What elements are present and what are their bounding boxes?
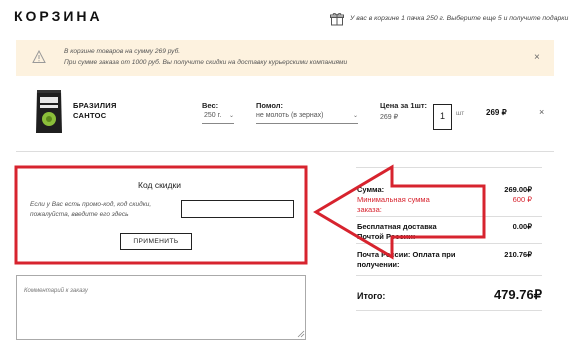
sum-value: 269.00₽ [504,185,532,194]
min-order-value: 600 ₽ [512,195,532,204]
cart-notice-banner: В корзине товаров на сумму 269 руб. При … [16,40,554,76]
gift-icon [330,12,344,26]
divider [356,167,542,168]
divider [16,151,554,152]
resize-grip-icon[interactable] [296,329,305,338]
divider [356,310,542,311]
weight-select[interactable]: 250 г. ⌄ [202,112,234,124]
warning-icon [32,50,46,63]
free-delivery-value: 0.00₽ [512,222,532,231]
order-comment-placeholder: Комментарий к заказу [24,288,88,294]
chevron-down-icon: ⌄ [352,113,358,119]
cod-value: 210.76₽ [504,250,532,259]
sum-label: Сумма: [357,185,385,194]
divider [356,275,542,276]
notice-line-1: В корзине товаров на сумму 269 руб. [64,48,181,55]
divider [356,243,542,244]
grind-select[interactable]: не молоть (в зернах) ⌄ [256,112,358,124]
close-icon[interactable]: × [534,53,540,63]
order-comment-textarea[interactable] [16,275,306,340]
notice-line-2: При сумме заказа от 1000 руб. Вы получит… [64,59,348,66]
unit-price-value: 269 ₽ [380,114,399,121]
free-delivery-label: Бесплатная доставка Почтой России: [357,222,437,242]
promo-hint-line-2: пожалуйста, введите его здесь [30,211,129,218]
line-total: 269 ₽ [486,108,507,117]
weight-label: Вес: [202,101,219,110]
unit-price-label: Цена за 1шт: [380,101,428,110]
total-value: 479.76₽ [493,287,542,302]
chevron-down-icon: ⌄ [228,113,234,119]
product-name-line-1: БРАЗИЛИЯ [73,101,117,110]
grind-select-value: не молоть (в зернах) [256,112,324,119]
grind-label: Помол: [256,101,283,110]
min-order-label-line-2: заказа: [357,205,382,214]
quantity-unit: шт [456,110,465,117]
cod-label-line-1: Почта России: Оплата при [357,250,456,259]
coffee-bag-image[interactable] [34,88,64,136]
promo-code-input[interactable] [181,200,294,218]
cod-label: Почта России: Оплата при получении: [357,250,455,270]
gift-promo-text: У вас в корзине 1 пачка 250 г. Выберите … [350,15,569,22]
quantity-input[interactable]: 1 [433,104,452,130]
cod-label-line-2: получении: [357,260,400,269]
min-order-label-line-1: Минимальная сумма [357,195,430,204]
product-name[interactable]: БРАЗИЛИЯ САНТОС [73,101,117,120]
weight-select-value: 250 г. [204,112,222,119]
promo-title: Код скидки [138,180,181,190]
remove-item-icon[interactable]: × [539,107,544,117]
min-order-label: Минимальная сумма заказа: [357,195,430,215]
free-delivery-label-line-2: Почтой России: [357,232,416,241]
total-label: Итого: [357,291,386,301]
apply-promo-button[interactable]: ПРИМЕНИТЬ [120,233,192,250]
page-title: КОРЗИНА [14,8,103,24]
free-delivery-label-line-1: Бесплатная доставка [357,222,437,231]
promo-hint-line-1: Если у Вас есть промо-код, код скидки, [30,201,152,208]
product-name-line-2: САНТОС [73,110,107,120]
divider [356,216,542,217]
